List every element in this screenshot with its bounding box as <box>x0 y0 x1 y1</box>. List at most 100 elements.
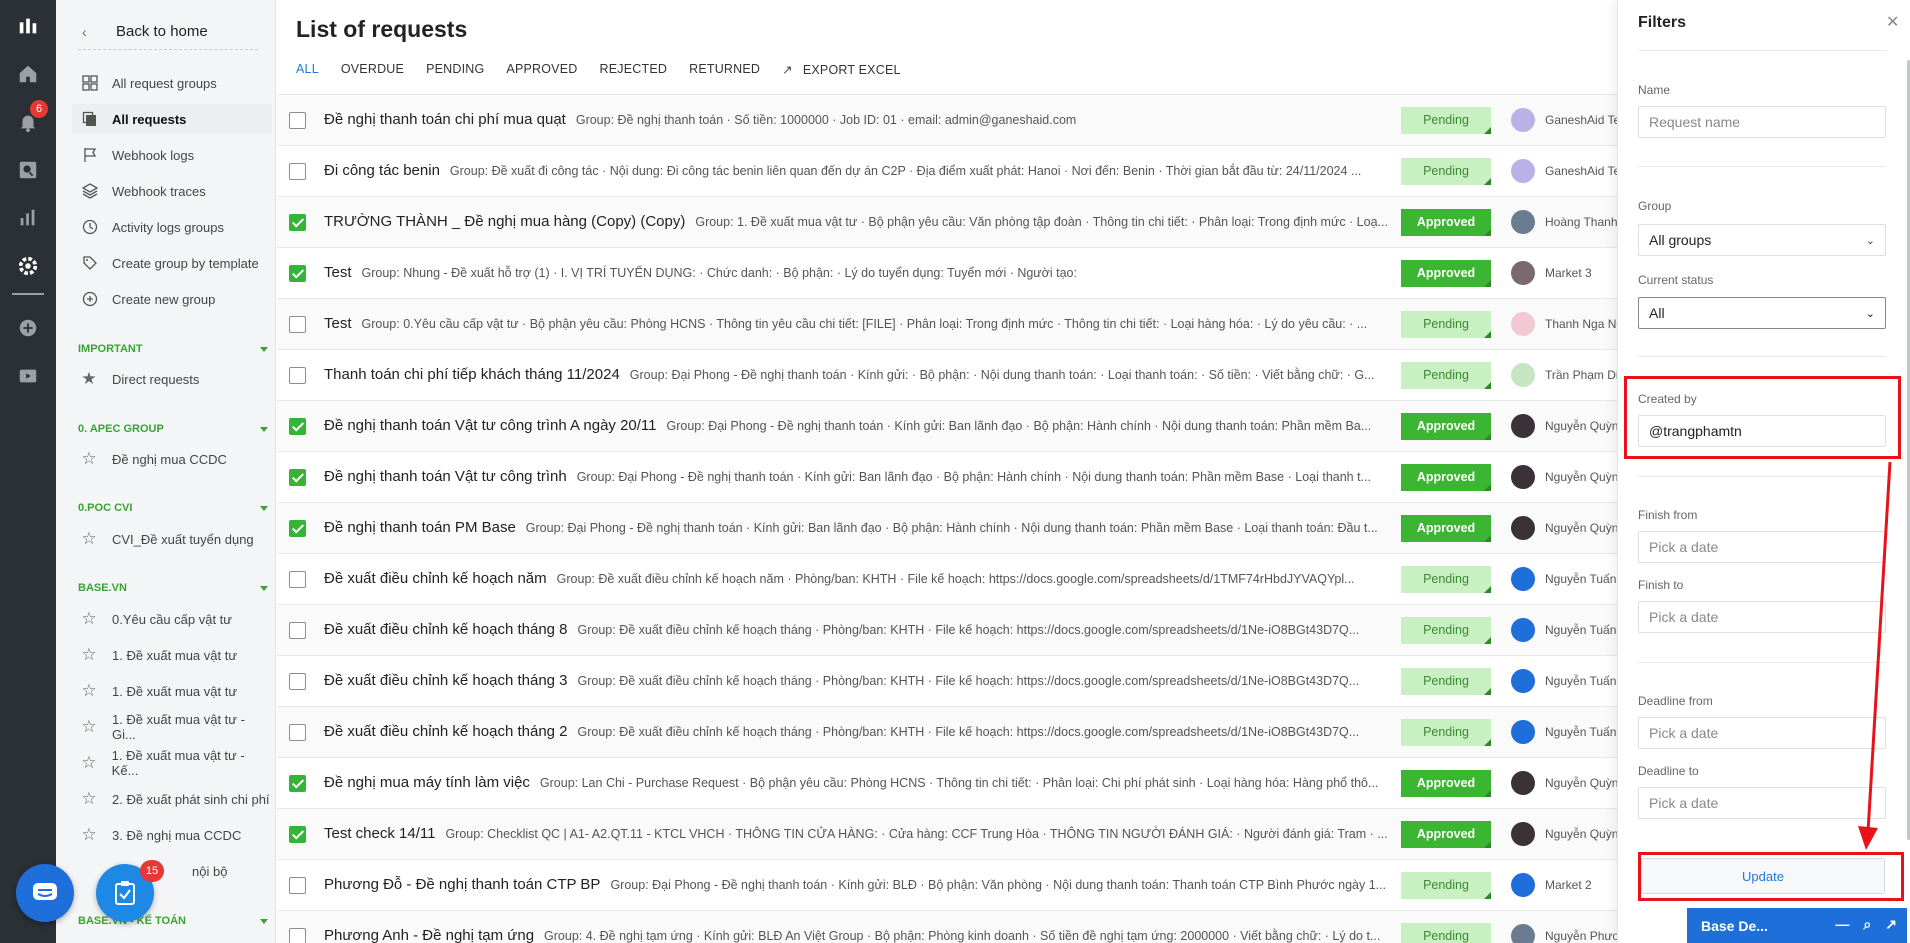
table-row[interactable]: Test Group: Nhung - Đề xuất hỗ trợ (1) · … <box>277 248 1617 299</box>
sidebar-item-group[interactable]: ☆ 1. Đề xuất mua vật tư - Kế... <box>72 748 272 778</box>
sidebar-item-group[interactable]: ☆ Đề nghị mua CCDC <box>72 444 272 474</box>
sidebar-item-webhook-traces[interactable]: Webhook traces <box>72 176 272 206</box>
status-select[interactable]: All ⌄ <box>1638 297 1886 329</box>
status-badge: Pending <box>1401 361 1491 389</box>
sidebar-item-label: All request groups <box>112 75 217 91</box>
sidebar-item-all-requests[interactable]: All requests <box>72 104 272 134</box>
floating-base-panel[interactable]: Base De... — ⌕ ↗ <box>1687 908 1907 943</box>
close-icon[interactable]: ✕ <box>1886 12 1899 32</box>
table-row[interactable]: Phương Anh - Đề nghị tạm ứng Group: 4. Đề… <box>277 911 1617 943</box>
status-tabs: ALL OVERDUE PENDING APPROVED REJECTED RE… <box>296 62 923 77</box>
table-row[interactable]: Phương Đỗ - Đề nghị thanh toán CTP BP Gro… <box>277 860 1617 911</box>
section-important[interactable]: IMPORTANT <box>78 339 268 359</box>
row-checkbox[interactable] <box>289 468 306 486</box>
row-checkbox[interactable] <box>289 519 306 537</box>
request-name-input[interactable]: Request name <box>1638 106 1886 138</box>
section-apec-group[interactable]: 0. APEC GROUP <box>78 419 268 439</box>
sidebar-item-activity-logs-groups[interactable]: Activity logs groups <box>72 212 272 242</box>
table-row[interactable]: Đề nghị mua máy tính làm việc Group: Lan … <box>277 758 1617 809</box>
table-row[interactable]: Đề nghị thanh toán Vật tư công trình A n… <box>277 401 1617 452</box>
table-row[interactable]: Đề nghị thanh toán Vật tư công trình Grou… <box>277 452 1617 503</box>
table-row[interactable]: Đề xuất điều chỉnh kế hoạch tháng 2 Group… <box>277 707 1617 758</box>
section-poc-cvi[interactable]: 0.POC CVI <box>78 498 268 518</box>
tab-pending[interactable]: PENDING <box>426 62 484 77</box>
back-to-home-link[interactable]: ‹ Back to home <box>78 14 258 50</box>
sidebar-item-direct-requests[interactable]: ★ Direct requests <box>72 364 272 394</box>
sidebar-item-create-group-by-template[interactable]: Create group by template <box>72 248 272 278</box>
group-select[interactable]: All groups ⌄ <box>1638 224 1886 256</box>
table-row[interactable]: Đề nghị thanh toán chi phí mua quạt Group… <box>277 95 1617 146</box>
table-row[interactable]: Test Group: 0.Yêu cầu cấp vật tư · Bộ phậ… <box>277 299 1617 350</box>
sidebar-item-create-new-group[interactable]: Create new group <box>72 284 272 314</box>
chat-button[interactable] <box>16 864 74 922</box>
sidebar-item-label: Create group by template <box>112 255 259 271</box>
search-icon[interactable]: ⌕ <box>1863 916 1871 933</box>
row-text: Đề nghị thanh toán chi phí mua quạt Group… <box>324 111 1394 129</box>
expand-icon[interactable]: ↗ <box>1885 916 1897 933</box>
deadline-to-label: Deadline to <box>1638 764 1699 778</box>
table-row[interactable]: Test check 14/11 Group: Checklist QC | A1… <box>277 809 1617 860</box>
row-checkbox[interactable] <box>289 417 306 435</box>
sidebar-item-group[interactable]: ☆ 1. Đề xuất mua vật tư <box>72 640 272 670</box>
gear-icon[interactable] <box>12 250 44 282</box>
tab-approved[interactable]: APPROVED <box>506 62 577 77</box>
row-checkbox[interactable] <box>289 825 306 843</box>
table-row[interactable]: Đề nghị thanh toán PM Base Group: Đại Pho… <box>277 503 1617 554</box>
row-checkbox[interactable] <box>289 264 306 282</box>
row-checkbox[interactable] <box>289 927 306 943</box>
tab-rejected[interactable]: REJECTED <box>600 62 668 77</box>
table-row[interactable]: Đề xuất điều chỉnh kế hoạch tháng 8 Group… <box>277 605 1617 656</box>
deadline-from-label: Deadline from <box>1638 694 1713 708</box>
sidebar-item-group[interactable]: ☆ 3. Đề nghị mua CCDC <box>72 820 272 850</box>
table-row[interactable]: Đề xuất điều chỉnh kế hoạch tháng 3 Group… <box>277 656 1617 707</box>
sidebar-item-group[interactable]: ☆ 1. Đề xuất mua vật tư <box>72 676 272 706</box>
table-row[interactable]: TRƯỜNG THÀNH _ Đề nghị mua hàng (Copy) (… <box>277 197 1617 248</box>
table-row[interactable]: Thanh toán chi phí tiếp khách tháng 11/2… <box>277 350 1617 401</box>
row-checkbox[interactable] <box>289 672 306 690</box>
row-checkbox[interactable] <box>289 876 306 894</box>
request-description: Group: Nhung - Đề xuất hỗ trợ (1) · I. V… <box>361 266 1077 280</box>
row-checkbox[interactable] <box>289 366 306 384</box>
search-box-icon[interactable] <box>12 154 44 186</box>
table-row[interactable]: Đi công tác benin Group: Đề xuất đi công … <box>277 146 1617 197</box>
finish-from-date-input[interactable]: Pick a date <box>1638 531 1886 563</box>
deadline-from-date-input[interactable]: Pick a date <box>1638 717 1886 749</box>
chart-icon[interactable] <box>12 202 44 234</box>
star-outline-icon: ☆ <box>81 529 97 548</box>
home-icon[interactable] <box>12 58 44 90</box>
video-icon[interactable] <box>12 360 44 392</box>
request-title: Phương Đỗ - Đề nghị thanh toán CTP BP <box>324 876 601 893</box>
row-checkbox[interactable] <box>289 621 306 639</box>
section-base-vn[interactable]: BASE.VN <box>78 578 268 598</box>
status-badge: Pending <box>1401 667 1491 695</box>
row-checkbox[interactable] <box>289 570 306 588</box>
table-row[interactable]: Đề xuất điều chỉnh kế hoạch năm Group: Đề… <box>277 554 1617 605</box>
sidebar-item-group[interactable]: ☆ CVI_Đề xuất tuyển dụng <box>72 524 272 554</box>
row-checkbox[interactable] <box>289 723 306 741</box>
creator-name: Nguyễn Quỳnh <box>1545 521 1617 535</box>
deadline-to-date-input[interactable]: Pick a date <box>1638 787 1886 819</box>
row-checkbox[interactable] <box>289 315 306 333</box>
sidebar-item-webhook-logs[interactable]: Webhook logs <box>72 140 272 170</box>
tab-overdue[interactable]: OVERDUE <box>341 62 404 77</box>
row-checkbox[interactable] <box>289 111 306 129</box>
creator-name: Thanh Nga Ng <box>1545 317 1617 331</box>
sidebar-item-group[interactable]: ☆ 2. Đề xuất phát sinh chi phí <box>72 784 272 814</box>
sidebar-item-group[interactable]: ☆ 1. Đề xuất mua vật tư - Gi... <box>72 712 272 742</box>
caret-down-icon <box>260 918 268 924</box>
status-badge: Approved <box>1401 514 1491 542</box>
request-description: Group: Đại Phong - Đề nghị thanh toán · … <box>666 419 1372 433</box>
row-checkbox[interactable] <box>289 162 306 180</box>
sidebar-item-group[interactable]: ☆ 0.Yêu cầu cấp vật tư <box>72 604 272 634</box>
tab-all[interactable]: ALL <box>296 62 319 77</box>
minimize-icon[interactable]: — <box>1835 916 1849 933</box>
plus-circle-icon[interactable] <box>12 312 44 344</box>
sidebar-item-all-request-groups[interactable]: All request groups <box>72 68 272 98</box>
finish-to-date-input[interactable]: Pick a date <box>1638 601 1886 633</box>
export-excel-button[interactable]: ↗ EXPORT EXCEL <box>782 62 901 77</box>
base-logo-icon[interactable] <box>12 10 44 42</box>
request-description: Group: Đại Phong - Đề nghị thanh toán · … <box>576 470 1371 484</box>
row-checkbox[interactable] <box>289 213 306 231</box>
tab-returned[interactable]: RETURNED <box>689 62 760 77</box>
row-checkbox[interactable] <box>289 774 306 792</box>
